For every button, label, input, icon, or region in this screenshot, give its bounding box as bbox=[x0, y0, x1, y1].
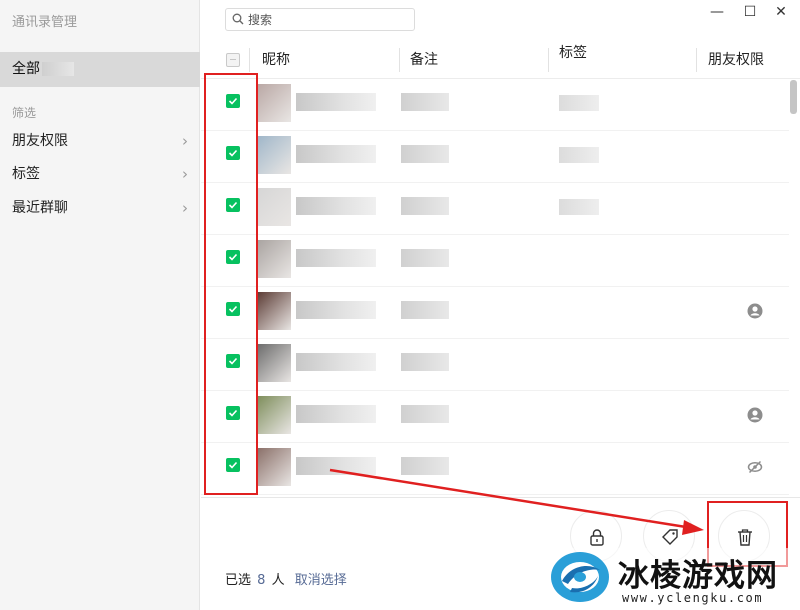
watermark-title: 冰棱游戏网 bbox=[618, 558, 778, 594]
watermark-url: www.yclengku.com bbox=[622, 591, 764, 605]
watermark-logo-icon bbox=[551, 552, 609, 602]
annotation-arrow bbox=[329, 468, 704, 535]
